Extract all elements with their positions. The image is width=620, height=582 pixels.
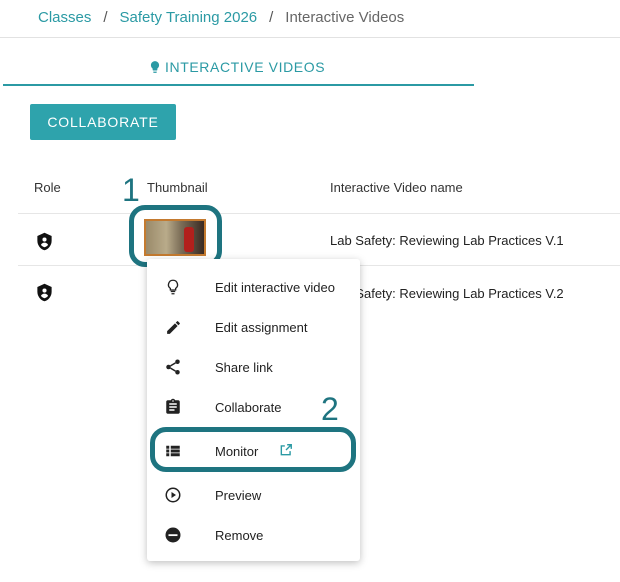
lightbulb-outline-icon [163, 277, 183, 297]
video-thumbnail[interactable] [144, 219, 206, 256]
share-icon [163, 357, 183, 377]
monitor-highlight-frame [150, 427, 356, 472]
breadcrumb-separator: / [103, 9, 108, 26]
breadcrumb-separator: / [269, 9, 274, 26]
thumbnail-highlight-frame[interactable] [129, 205, 222, 267]
column-header-name: Interactive Video name [330, 180, 463, 195]
menu-item-remove[interactable]: Remove [147, 515, 360, 555]
menu-item-label: Edit interactive video [215, 279, 335, 295]
menu-item-label: Collaborate [215, 399, 282, 415]
video-name-cell[interactable]: Lab Safety: Reviewing Lab Practices V.2 [330, 286, 564, 301]
menu-item-label: Remove [215, 527, 264, 543]
play-circle-icon [163, 485, 183, 505]
video-name-cell[interactable]: Lab Safety: Reviewing Lab Practices V.1 [330, 233, 564, 248]
menu-item-share-link[interactable]: Share link [147, 347, 360, 387]
menu-item-label: Preview [215, 487, 262, 503]
lightbulb-icon [150, 61, 160, 73]
shield-person-icon [37, 283, 52, 302]
tab-active-indicator [3, 84, 474, 86]
breadcrumb: Classes / Safety Training 2026 / Interactive… [38, 9, 404, 26]
pencil-icon [163, 317, 183, 337]
tab-label: INTERACTIVE VIDEOS [165, 59, 326, 75]
minus-circle-icon [163, 525, 183, 545]
breadcrumb-current: Interactive Videos [285, 9, 405, 26]
column-header-thumbnail: Thumbnail [147, 180, 208, 195]
breadcrumb-classes-link[interactable]: Classes [38, 9, 91, 26]
menu-item-edit-assignment[interactable]: Edit assignment [147, 307, 360, 347]
menu-item-edit-interactive-video[interactable]: Edit interactive video [147, 267, 360, 307]
collaborate-button[interactable]: COLLABORATE [30, 104, 176, 140]
header-row-divider [18, 213, 620, 214]
menu-item-label: Share link [215, 359, 273, 375]
column-header-role: Role [34, 180, 61, 195]
breadcrumb-course-link[interactable]: Safety Training 2026 [120, 9, 258, 26]
clipboard-icon [163, 397, 183, 417]
callout-number-1: 1 [122, 172, 140, 208]
tab-interactive-videos[interactable]: INTERACTIVE VIDEOS [148, 59, 325, 75]
menu-item-preview[interactable]: Preview [147, 475, 360, 515]
callout-number-2: 2 [321, 391, 339, 427]
shield-person-icon [37, 232, 52, 251]
menu-item-label: Edit assignment [215, 319, 308, 335]
header-divider [0, 37, 620, 38]
